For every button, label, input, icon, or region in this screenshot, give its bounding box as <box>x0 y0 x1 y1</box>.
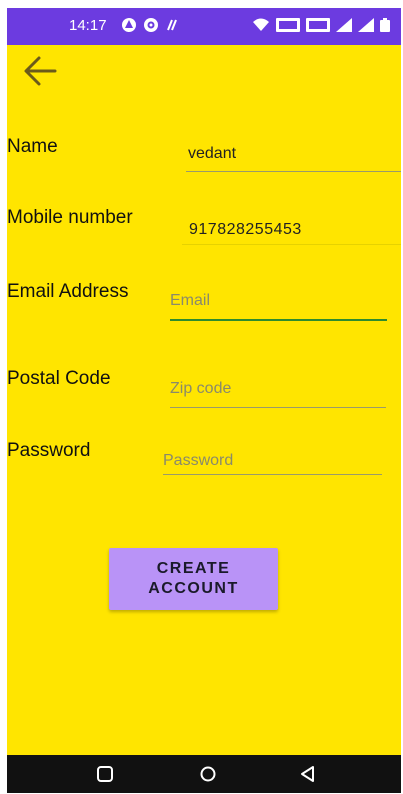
mobile-label: Mobile number <box>7 207 133 228</box>
password-input[interactable] <box>163 452 381 470</box>
password-label: Password <box>7 440 91 461</box>
assistant-icon <box>122 18 136 32</box>
email-label: Email Address <box>7 281 129 302</box>
status-time: 14:17 <box>69 17 107 34</box>
mobile-underline <box>182 244 401 245</box>
email-field[interactable] <box>170 292 385 310</box>
create-account-button[interactable]: CREATE ACCOUNT <box>109 548 278 610</box>
postal-field[interactable] <box>170 380 385 398</box>
signal-icon <box>358 18 374 32</box>
password-underline <box>163 474 382 475</box>
mobile-value[interactable]: 917828255453 <box>189 221 302 239</box>
home-icon[interactable] <box>197 763 219 785</box>
postal-label: Postal Code <box>7 368 111 389</box>
status-bar: 14:17 <box>7 8 401 45</box>
wifi-icon <box>253 18 269 31</box>
zip-input[interactable] <box>170 380 385 398</box>
back-nav-icon[interactable] <box>297 763 319 785</box>
status-icons-left <box>121 17 179 33</box>
email-underline <box>170 319 387 321</box>
app-screen: 14:17 Name vedant Mobile number 91782825… <box>7 8 401 793</box>
password-field[interactable] <box>163 452 381 470</box>
battery-icon <box>380 18 390 32</box>
signal-icon <box>336 18 352 32</box>
name-label: Name <box>7 136 58 157</box>
back-arrow-icon[interactable] <box>22 53 58 89</box>
vpn-icon <box>144 18 158 32</box>
status-icons-right <box>252 18 390 32</box>
volte1-icon <box>276 18 300 32</box>
nfc-icon <box>167 19 177 31</box>
name-value[interactable]: vedant <box>188 145 236 163</box>
postal-underline <box>170 407 386 408</box>
volte2-icon <box>306 18 330 32</box>
email-input[interactable] <box>170 292 385 310</box>
name-underline <box>186 171 401 172</box>
navigation-bar <box>7 755 401 793</box>
recents-icon[interactable] <box>94 763 116 785</box>
